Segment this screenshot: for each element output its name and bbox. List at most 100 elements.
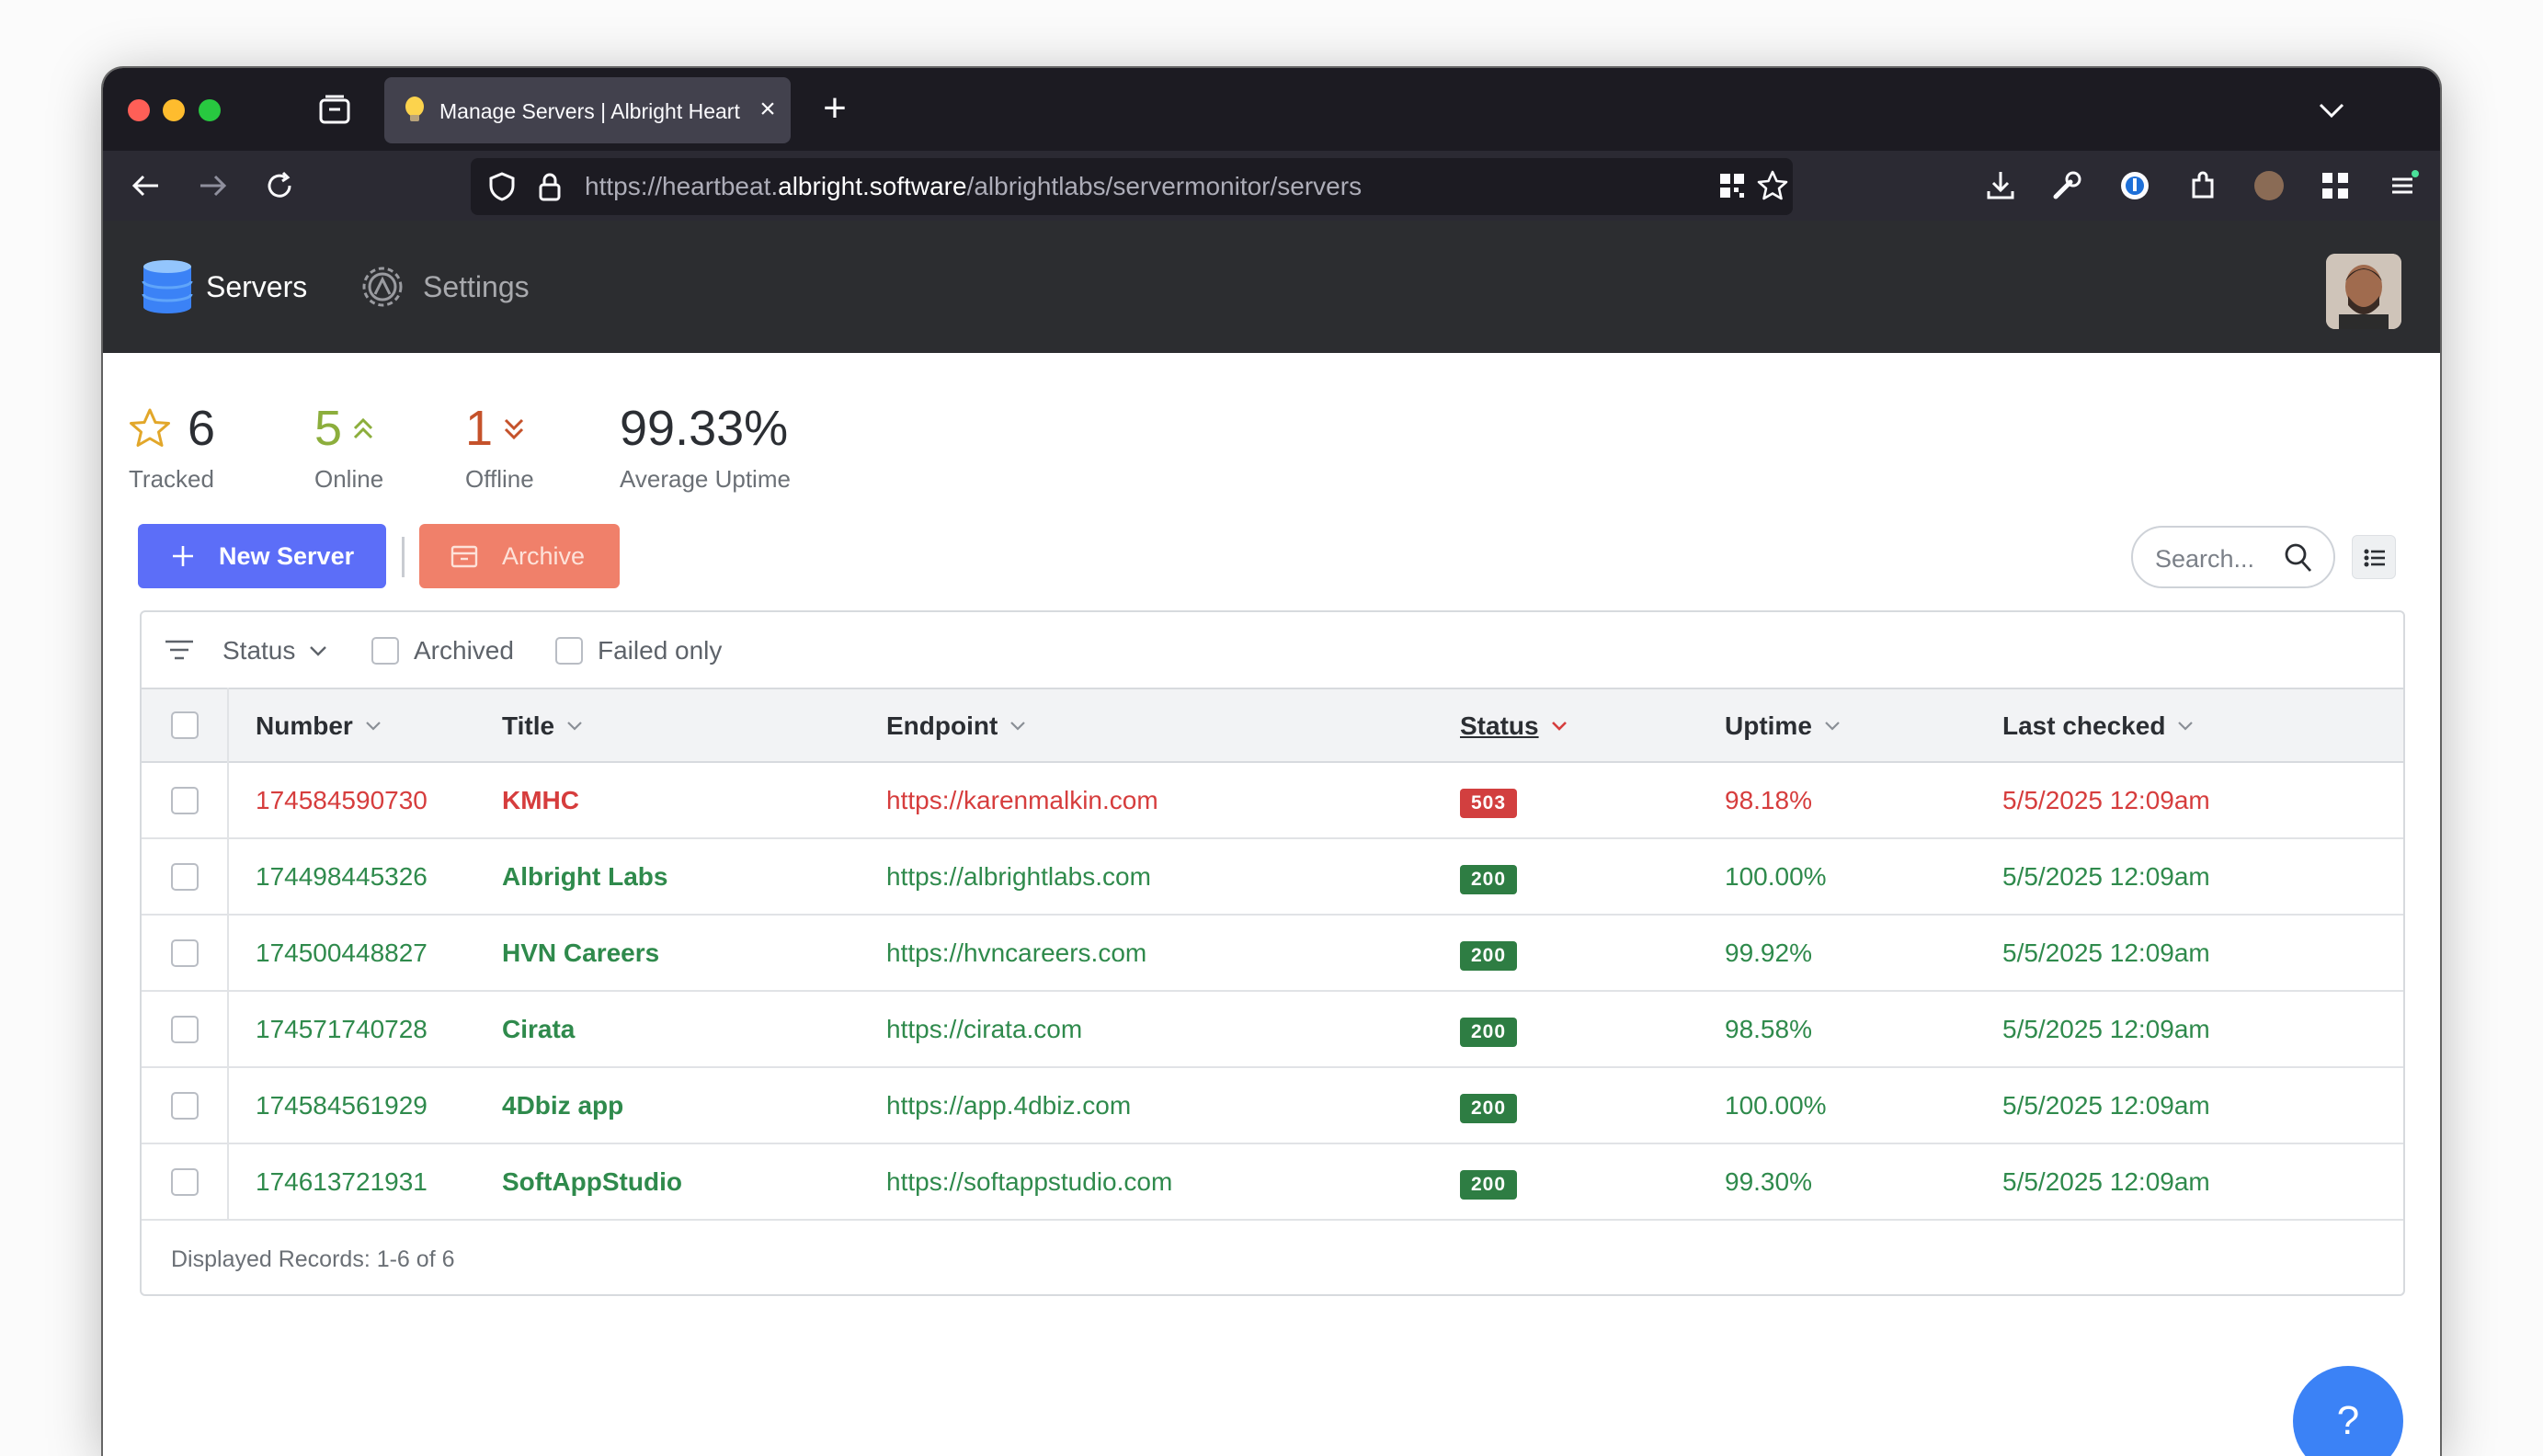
nav-label-servers: Servers <box>206 269 308 303</box>
user-avatar[interactable] <box>2326 254 2401 329</box>
nav-item-settings[interactable]: Settings <box>355 259 530 314</box>
new-server-label: New Server <box>219 541 355 570</box>
status-filter-label: Status <box>222 636 296 665</box>
status-filter-dropdown[interactable]: Status <box>222 634 328 667</box>
cell-last-checked: 5/5/2025 12:09am <box>2002 862 2210 891</box>
column-header-uptime[interactable]: Uptime <box>1725 710 1842 743</box>
column-header-status[interactable]: Status <box>1460 710 1568 743</box>
app-header: Servers Settings <box>103 221 2440 353</box>
table-header: Number Title Endpoint Status Uptime Last… <box>142 688 2403 763</box>
cell-endpoint[interactable]: https://cirata.com <box>886 1012 1082 1047</box>
row-checkbox[interactable] <box>171 863 199 891</box>
url-path: /albrightlabs/servermonitor/servers <box>966 172 1363 200</box>
url-bar[interactable]: https://heartbeat.albright.software/albr… <box>471 158 1793 215</box>
list-view-toggle[interactable] <box>2352 535 2396 579</box>
status-badge: 200 <box>1460 1094 1518 1123</box>
row-checkbox[interactable] <box>171 787 199 814</box>
cell-last-checked: 5/5/2025 12:09am <box>2002 786 2210 814</box>
plus-icon <box>173 546 193 566</box>
status-badge: 200 <box>1460 1018 1518 1047</box>
cell-status: 503 <box>1460 783 1518 818</box>
column-header-endpoint[interactable]: Endpoint <box>886 710 1027 743</box>
list-icon <box>2364 549 2385 567</box>
forward-arrow-icon[interactable] <box>195 167 232 204</box>
table-row[interactable]: 174584561929 4Dbiz app https://app.4dbiz.c… <box>142 1068 2403 1144</box>
download-icon[interactable] <box>1982 167 2019 204</box>
table-row[interactable]: 174613721931 SoftAppStudio https://softapp… <box>142 1144 2403 1221</box>
row-checkbox[interactable] <box>171 939 199 967</box>
cell-title[interactable]: 4Dbiz app <box>502 1088 623 1123</box>
archived-filter[interactable]: Archived <box>371 634 514 667</box>
column-header-last-checked[interactable]: Last checked <box>2002 710 2195 743</box>
cell-endpoint[interactable]: https://softappstudio.com <box>886 1165 1172 1200</box>
zoom-window-button[interactable] <box>199 99 221 121</box>
chevron-down-icon <box>1010 722 1026 731</box>
lock-icon[interactable] <box>537 171 563 202</box>
failed-only-filter[interactable]: Failed only <box>555 634 722 667</box>
table-row[interactable]: 174500448827 HVN Careers https://hvncareer… <box>142 916 2403 992</box>
cell-title[interactable]: Albright Labs <box>502 859 667 894</box>
cell-number: 174500448827 <box>256 938 428 967</box>
cell-last-checked: 5/5/2025 12:09am <box>2002 1091 2210 1120</box>
column-header-title[interactable]: Title <box>502 710 584 743</box>
online-value: 5 <box>314 401 343 456</box>
new-server-button[interactable]: New Server <box>138 524 386 588</box>
tab-overview-icon[interactable] <box>316 92 353 129</box>
failed-only-checkbox[interactable] <box>555 637 583 665</box>
cell-title[interactable]: KMHC <box>502 783 579 818</box>
stat-tracked: 6 Tracked <box>129 401 215 494</box>
bookmark-star-icon[interactable] <box>1756 169 1789 202</box>
menu-icon[interactable] <box>2385 167 2422 204</box>
tracked-value: 6 <box>188 401 216 456</box>
servers-table-card: Status Archived Failed only Number Title… <box>140 610 2405 1296</box>
cell-uptime: 98.18% <box>1725 786 1812 814</box>
cell-status: 200 <box>1460 936 1518 971</box>
back-arrow-icon[interactable] <box>127 167 164 204</box>
column-header-number[interactable]: Number <box>256 710 382 743</box>
password-manager-icon[interactable] <box>2116 167 2153 204</box>
chevron-down-icon[interactable] <box>2313 94 2350 127</box>
cell-endpoint[interactable]: https://app.4dbiz.com <box>886 1088 1131 1123</box>
cell-status: 200 <box>1460 1088 1518 1123</box>
cell-endpoint[interactable]: https://hvncareers.com <box>886 936 1146 971</box>
wrench-icon[interactable] <box>2048 167 2085 204</box>
row-checkbox[interactable] <box>171 1092 199 1120</box>
archived-filter-label: Archived <box>414 636 514 665</box>
qr-code-icon[interactable] <box>1717 171 1747 200</box>
cell-title[interactable]: SoftAppStudio <box>502 1165 682 1200</box>
table-row[interactable]: 174571740728 Cirata https://cirata.com 200 9… <box>142 992 2403 1068</box>
cell-endpoint[interactable]: https://karenmalkin.com <box>886 783 1158 818</box>
browser-window: Manage Servers | Albright Heart × + http… <box>103 68 2440 1456</box>
table-row[interactable]: 174498445326 Albright Labs https://albrigh… <box>142 839 2403 916</box>
archived-checkbox[interactable] <box>371 637 399 665</box>
cell-endpoint[interactable]: https://albrightlabs.com <box>886 859 1151 894</box>
row-checkbox[interactable] <box>171 1168 199 1196</box>
column-label-uptime: Uptime <box>1725 711 1812 740</box>
search-icon[interactable] <box>2284 542 2313 574</box>
minimize-window-button[interactable] <box>163 99 185 121</box>
records-footer: Displayed Records: 1-6 of 6 <box>171 1246 455 1272</box>
apps-grid-icon[interactable] <box>2317 167 2354 204</box>
profile-icon[interactable] <box>2254 171 2284 200</box>
cell-status: 200 <box>1460 859 1518 894</box>
shield-icon[interactable] <box>487 171 517 202</box>
select-all-checkbox[interactable] <box>171 711 199 739</box>
nav-item-servers[interactable]: Servers <box>142 259 307 314</box>
search-box[interactable] <box>2131 526 2335 588</box>
table-row[interactable]: 174584590730 KMHC https://karenmalkin.com 5… <box>142 763 2403 839</box>
new-tab-icon[interactable]: + <box>815 88 855 131</box>
reload-icon[interactable] <box>261 167 298 204</box>
close-window-button[interactable] <box>128 99 150 121</box>
uptime-value: 99.33% <box>620 401 789 456</box>
cell-title[interactable]: Cirata <box>502 1012 575 1047</box>
cell-number: 174584590730 <box>256 786 428 814</box>
active-tab[interactable]: Manage Servers | Albright Heart × <box>384 77 791 143</box>
search-input[interactable] <box>2155 542 2284 575</box>
row-checkbox[interactable] <box>171 1016 199 1043</box>
cell-title[interactable]: HVN Careers <box>502 936 659 971</box>
cell-uptime: 100.00% <box>1725 1091 1827 1120</box>
tab-strip: Manage Servers | Albright Heart × + <box>103 68 2440 151</box>
extensions-icon[interactable] <box>2184 167 2221 204</box>
archive-button[interactable]: Archive <box>419 524 620 588</box>
tab-close-icon[interactable]: × <box>754 94 781 125</box>
